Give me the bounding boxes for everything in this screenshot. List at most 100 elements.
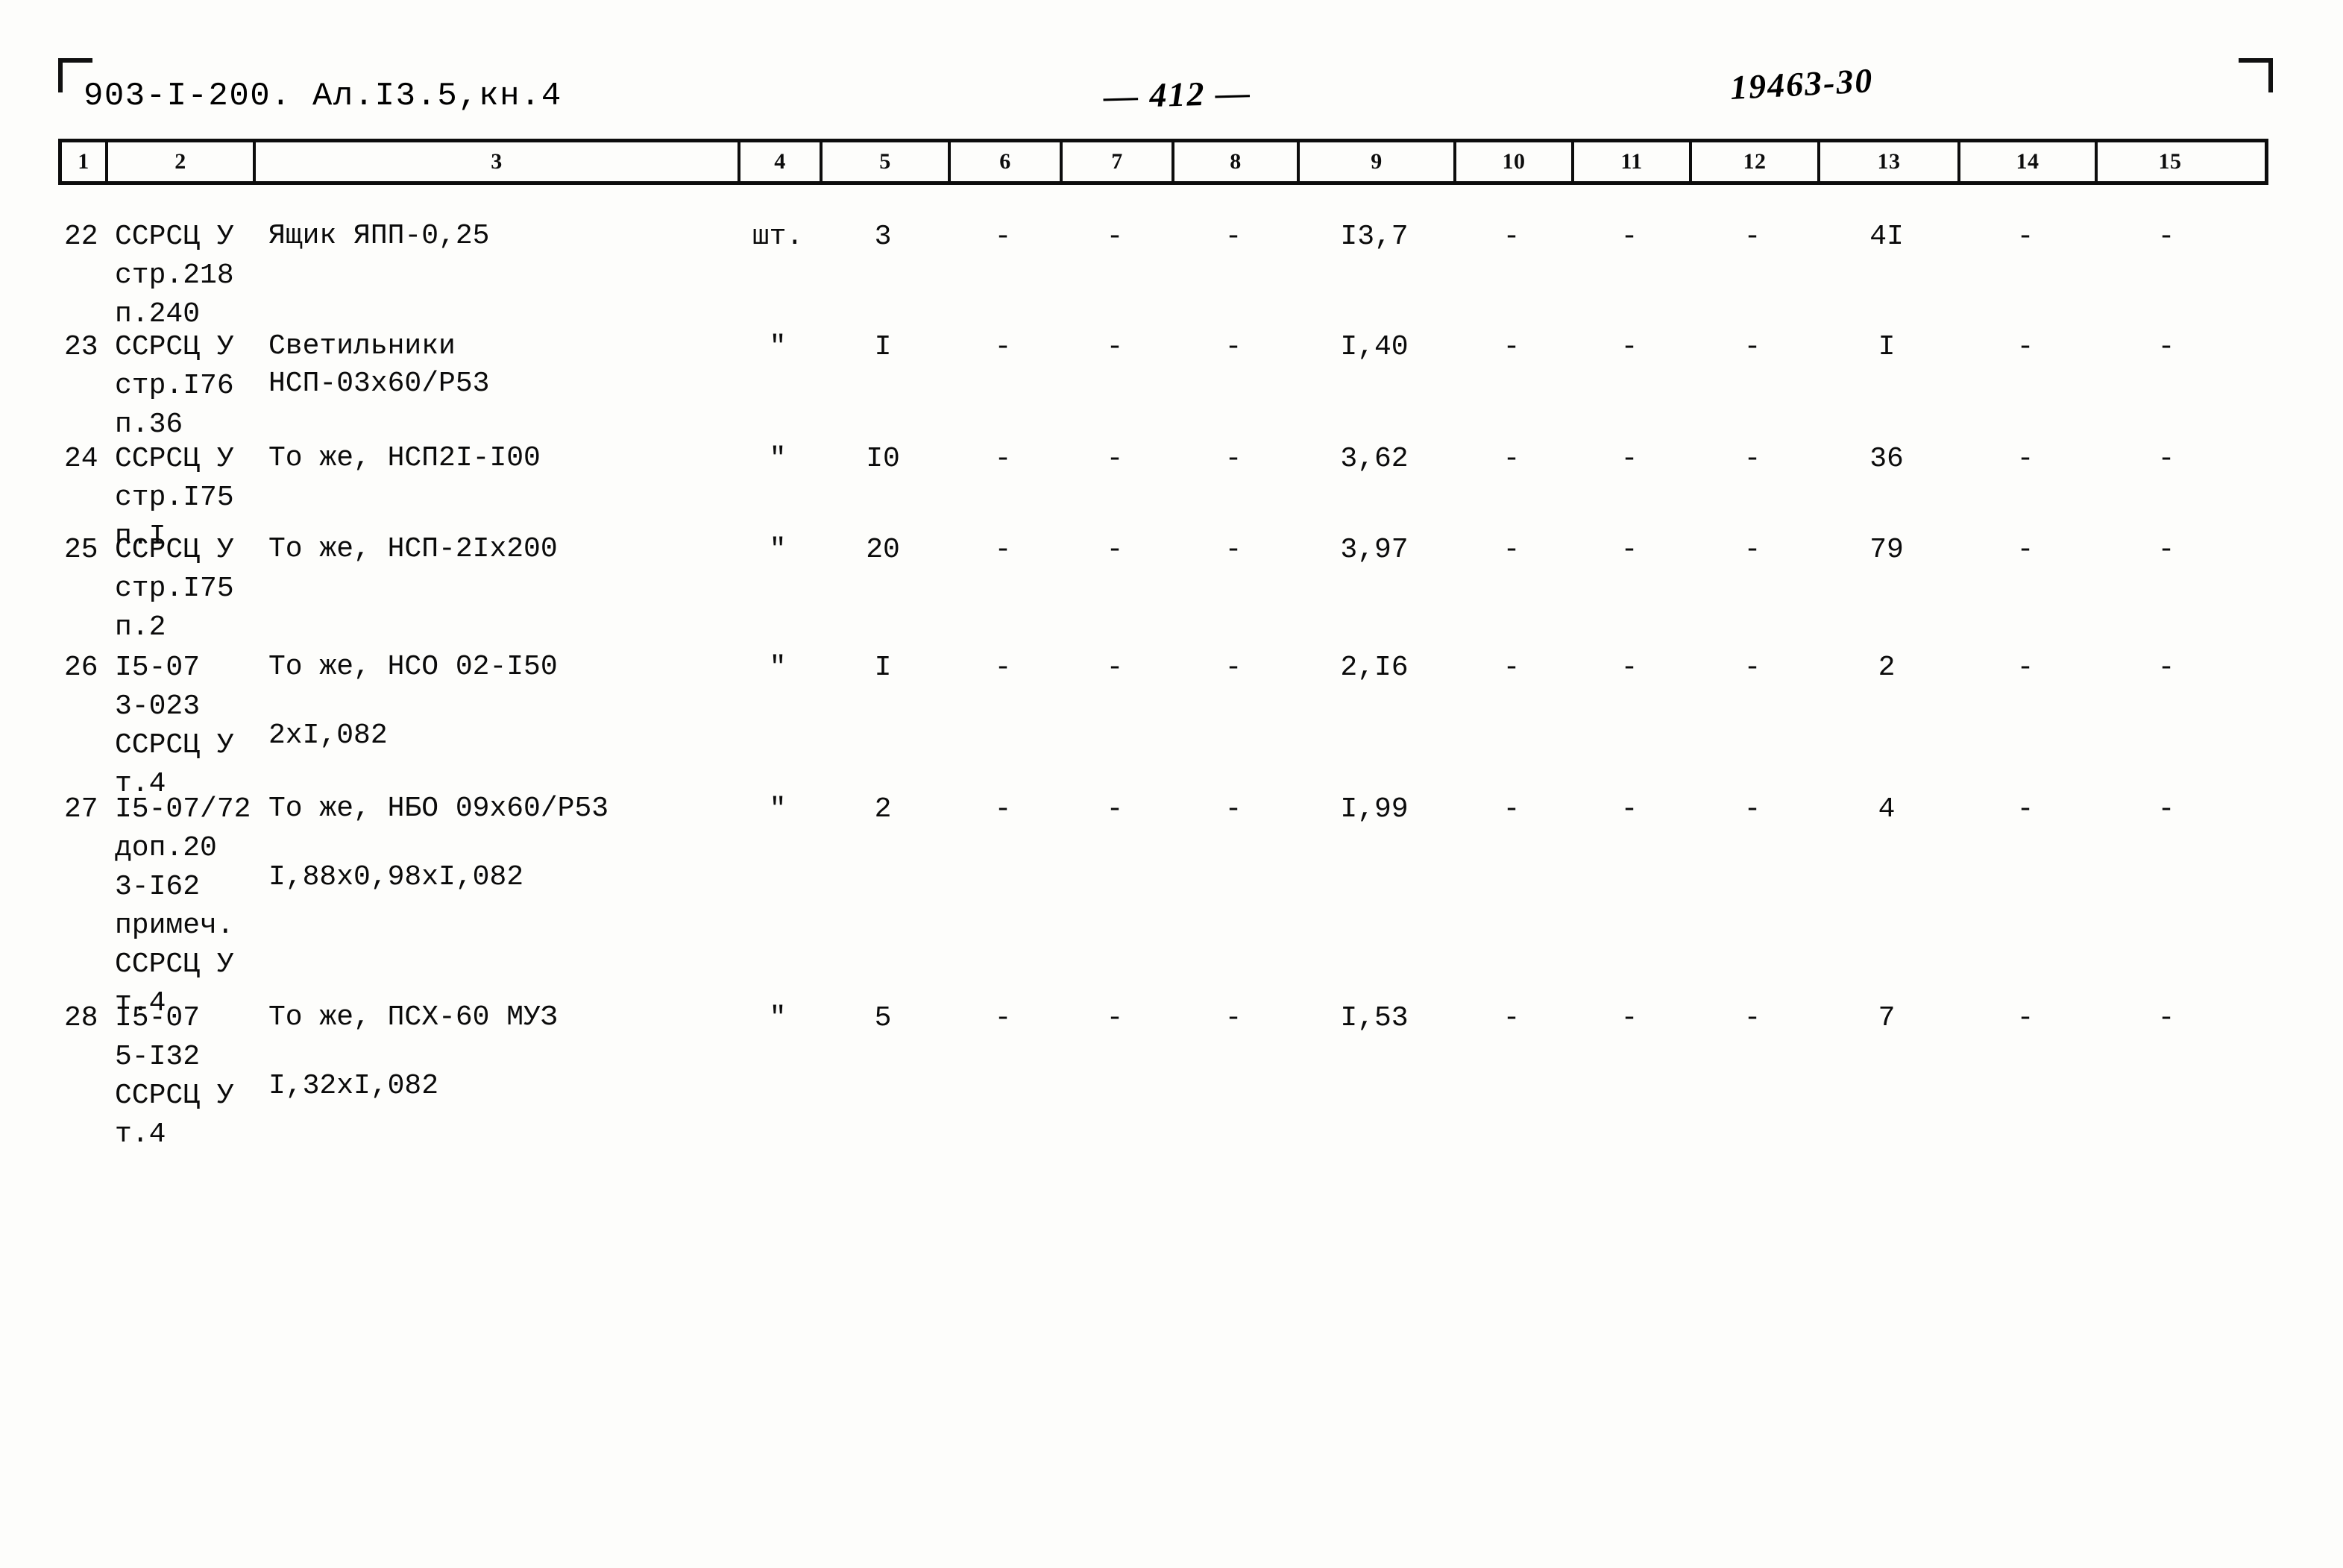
column-header-13: 13 [1820, 142, 1960, 181]
row-name: То же, НСО 02-I50 2хI,082 [252, 649, 737, 755]
row-col-10: - [1503, 1002, 1520, 1034]
document-header: 903-I-200. Ал.I3.5,кн.4 — 412 — 19463-30 [0, 61, 2343, 122]
column-header-3: 3 [256, 142, 740, 181]
row-col-6: - [994, 793, 1012, 825]
column-header-7: 7 [1063, 142, 1174, 181]
row-name-extra: I,32хI,082 [268, 1070, 439, 1102]
row-number: 22 [64, 221, 98, 253]
row-name: Ящик ЯПП-0,25 [252, 218, 737, 255]
row-name: То же, ПСХ-60 МУЗ I,32хI,082 [252, 999, 737, 1105]
row-col-7: - [1106, 1002, 1124, 1034]
row-name: То же, НБО 09х60/Р53 I,88х0,98хI,082 [252, 790, 737, 896]
row-number: 24 [64, 443, 98, 475]
row-col-5: I [874, 331, 892, 363]
row-col-14: - [2016, 534, 2034, 566]
row-col-8: - [1224, 221, 1242, 253]
row-col-7: - [1106, 443, 1124, 475]
table-row: 28 I5-07 5-I32 ССРСЦ У т.4 То же, ПСХ-60 М… [58, 999, 2268, 1154]
row-col-14: - [2016, 793, 2034, 825]
row-col-5: 5 [874, 1002, 892, 1034]
column-header-14: 14 [1960, 142, 2098, 181]
row-col-11: - [1620, 793, 1638, 825]
row-name-main: То же, НСП2I-I00 [268, 442, 541, 474]
row-col-6: - [994, 534, 1012, 566]
row-col-11: - [1620, 443, 1638, 475]
row-col-13: 7 [1878, 1002, 1896, 1034]
row-unit: " [769, 793, 787, 825]
row-name-main: То же, ПСХ-60 МУЗ [268, 1001, 558, 1033]
row-col-10: - [1503, 652, 1520, 684]
row-col-10: - [1503, 331, 1520, 363]
document-code: 903-I-200. Ал.I3.5,кн.4 [84, 78, 562, 115]
column-header-1: 1 [62, 142, 108, 181]
column-header-5: 5 [823, 142, 951, 181]
row-col-14: - [2016, 652, 2034, 684]
row-col-8: - [1224, 443, 1242, 475]
column-header-8: 8 [1174, 142, 1300, 181]
column-header-9: 9 [1300, 142, 1456, 181]
row-number: 23 [64, 331, 98, 363]
table-row: 25 ССРСЦ У стр.I75 п.2 То же, НСП-2Iх200 " 2… [58, 531, 2268, 647]
row-col-5: 3 [874, 221, 892, 253]
row-col-11: - [1620, 652, 1638, 684]
row-col-9: 2,I6 [1340, 652, 1409, 684]
row-unit: " [769, 443, 787, 475]
row-name-main: Светильники НСП-03х60/Р53 [268, 330, 490, 400]
row-name-main: Ящик ЯПП-0,25 [268, 220, 490, 252]
row-col-8: - [1224, 534, 1242, 566]
column-header-6: 6 [951, 142, 1063, 181]
row-col-9: I,53 [1340, 1002, 1409, 1034]
row-col-12: - [1743, 443, 1761, 475]
row-col-15: - [2157, 534, 2175, 566]
row-col-12: - [1743, 221, 1761, 253]
row-number: 27 [64, 793, 98, 825]
row-col-5: I0 [866, 443, 900, 475]
row-col-13: I [1878, 331, 1896, 363]
row-name-extra: 2хI,082 [268, 720, 388, 752]
row-col-9: I,40 [1340, 331, 1409, 363]
row-justification: ССРСЦ У стр.I75 п.2 [115, 534, 234, 643]
row-col-10: - [1503, 534, 1520, 566]
row-col-11: - [1620, 534, 1638, 566]
table-row: 22 ССРСЦ У стр.218 п.240 Ящик ЯПП-0,25 шт. 3… [58, 218, 2268, 334]
table-row: 23 ССРСЦ У стр.I76 п.36 Светильники НСП-03… [58, 328, 2268, 444]
row-col-8: - [1224, 793, 1242, 825]
row-name: То же, НСП-2Iх200 [252, 531, 737, 568]
row-col-15: - [2157, 331, 2175, 363]
row-col-13: 2 [1878, 652, 1896, 684]
table-row: 26 I5-07 3-023 ССРСЦ У т.4 То же, НСО 02-I… [58, 649, 2268, 804]
column-header-11: 11 [1574, 142, 1692, 181]
table-row: 27 I5-07/72 доп.20 3-I62 примеч. ССРСЦ У … [58, 790, 2268, 1023]
row-col-5: 20 [866, 534, 900, 566]
row-unit: " [769, 534, 787, 566]
row-name-extra: I,88х0,98хI,082 [268, 861, 524, 893]
page-number: — 412 — [1103, 73, 1252, 116]
row-justification: ССРСЦ У стр.218 п.240 [115, 221, 234, 330]
row-name: Светильники НСП-03х60/Р53 [252, 328, 737, 403]
row-col-13: 4I [1869, 221, 1904, 253]
table-column-header-row: 1 2 3 4 5 6 7 8 9 10 11 12 13 14 15 [58, 139, 2268, 185]
column-header-15: 15 [2158, 149, 2182, 174]
row-col-15: - [2157, 221, 2175, 253]
row-number: 28 [64, 1002, 98, 1034]
row-col-7: - [1106, 652, 1124, 684]
column-header-4: 4 [740, 142, 823, 181]
row-col-12: - [1743, 331, 1761, 363]
row-col-5: 2 [874, 793, 892, 825]
archive-number: 19463-30 [1729, 61, 1875, 107]
row-col-6: - [994, 331, 1012, 363]
row-col-7: - [1106, 331, 1124, 363]
row-col-6: - [994, 1002, 1012, 1034]
row-col-10: - [1503, 793, 1520, 825]
row-number: 26 [64, 652, 98, 684]
row-col-8: - [1224, 652, 1242, 684]
row-col-11: - [1620, 221, 1638, 253]
row-col-15: - [2157, 443, 2175, 475]
column-header-10: 10 [1456, 142, 1574, 181]
row-unit: шт. [752, 221, 804, 253]
row-col-9: I,99 [1340, 793, 1409, 825]
row-col-8: - [1224, 331, 1242, 363]
row-justification: I5-07/72 доп.20 3-I62 примеч. ССРСЦ У т.… [115, 793, 251, 1019]
row-col-9: 3,97 [1340, 534, 1409, 566]
row-name: То же, НСП2I-I00 [252, 440, 737, 477]
